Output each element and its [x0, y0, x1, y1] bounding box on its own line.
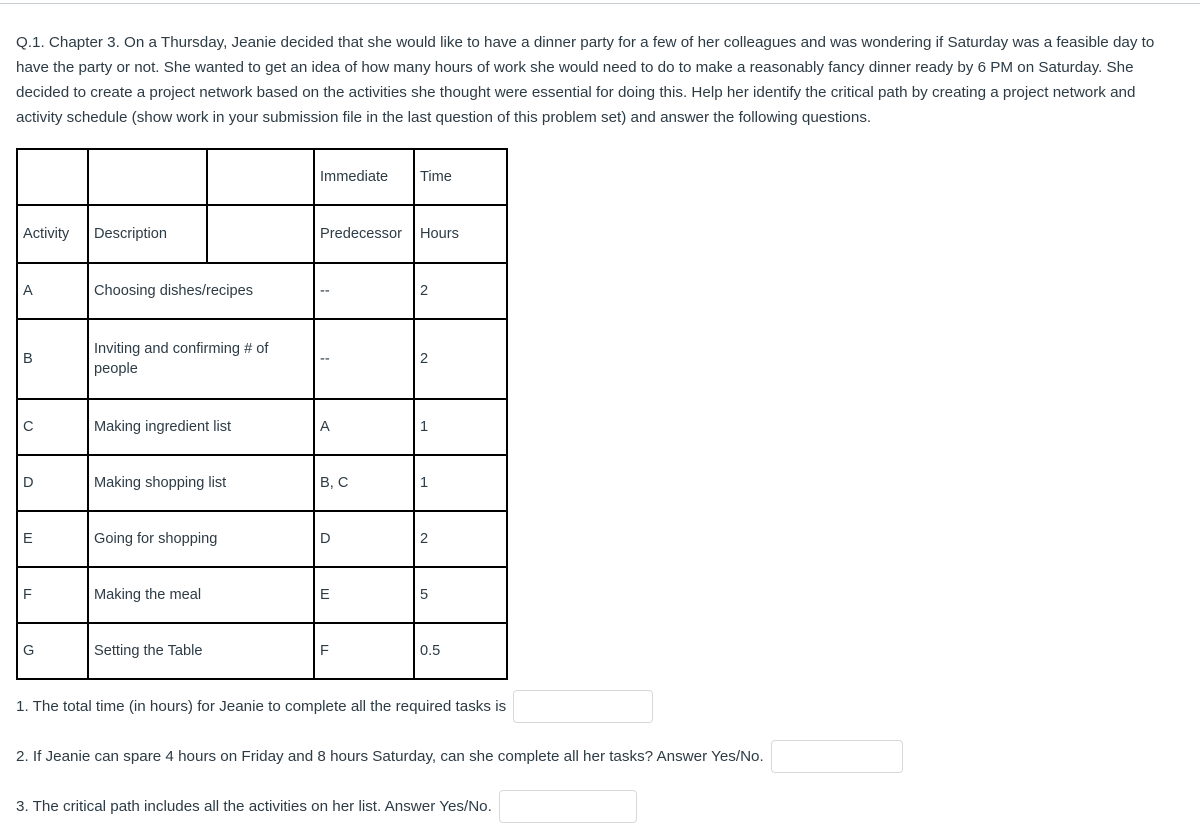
header-cell-blank-3 — [206, 148, 315, 206]
cell-hours: 2 — [413, 262, 508, 320]
table-header-row-1: Immediate Time — [16, 148, 508, 206]
cell-description: Making shopping list — [87, 454, 315, 512]
question-3-label: 3. The critical path includes all the ac… — [16, 797, 492, 815]
table-row: A Choosing dishes/recipes -- 2 — [16, 262, 508, 320]
activity-table: Immediate Time Activity Description Pred… — [16, 148, 508, 680]
cell-predecessor: B, C — [313, 454, 415, 512]
cell-description: Inviting and confirming # of people — [87, 318, 315, 400]
cell-hours: 0.5 — [413, 622, 508, 680]
table-row: E Going for shopping D 2 — [16, 510, 508, 568]
cell-description: Making the meal — [87, 566, 315, 624]
question-1-label: 1. The total time (in hours) for Jeanie … — [16, 697, 507, 715]
table-row: G Setting the Table F 0.5 — [16, 622, 508, 680]
cell-hours: 5 — [413, 566, 508, 624]
table-row: C Making ingredient list A 1 — [16, 398, 508, 456]
cell-activity: F — [16, 566, 89, 624]
answer-input-3[interactable] — [498, 790, 637, 823]
header-cell-time: Time — [413, 148, 508, 206]
header-cell-hours: Hours — [413, 204, 508, 264]
question-prompt: Q.1. Chapter 3. On a Thursday, Jeanie de… — [16, 34, 1155, 126]
cell-predecessor: -- — [313, 318, 415, 400]
header-cell-description: Description — [87, 204, 208, 264]
header-cell-immediate: Immediate — [313, 148, 415, 206]
cell-predecessor: -- — [313, 262, 415, 320]
question-2-label: 2. If Jeanie can spare 4 hours on Friday… — [16, 747, 764, 765]
cell-activity: D — [16, 454, 89, 512]
cell-description: Going for shopping — [87, 510, 315, 568]
header-cell-activity: Activity — [16, 204, 89, 264]
answer-input-2[interactable] — [770, 740, 903, 773]
header-cell-blank-4 — [206, 204, 315, 264]
cell-activity: E — [16, 510, 89, 568]
answer-input-1[interactable] — [513, 690, 654, 723]
table-row: D Making shopping list B, C 1 — [16, 454, 508, 512]
cell-activity: B — [16, 318, 89, 400]
question-3: 3. The critical path includes all the ac… — [16, 790, 1184, 823]
cell-hours: 1 — [413, 454, 508, 512]
table-row: B Inviting and confirming # of people --… — [16, 318, 508, 400]
cell-description: Making ingredient list — [87, 398, 315, 456]
cell-predecessor: F — [313, 622, 415, 680]
cell-predecessor: A — [313, 398, 415, 456]
cell-description: Setting the Table — [87, 622, 315, 680]
header-cell-blank-1 — [16, 148, 89, 206]
cell-activity: A — [16, 262, 89, 320]
questions-list: 1. The total time (in hours) for Jeanie … — [16, 690, 1184, 823]
question-page: Q.1. Chapter 3. On a Thursday, Jeanie de… — [0, 0, 1200, 840]
question-2: 2. If Jeanie can spare 4 hours on Friday… — [16, 740, 1184, 773]
cell-predecessor: E — [313, 566, 415, 624]
cell-activity: G — [16, 622, 89, 680]
question-1: 1. The total time (in hours) for Jeanie … — [16, 690, 1184, 723]
cell-hours: 2 — [413, 510, 508, 568]
header-cell-predecessor: Predecessor — [313, 204, 415, 264]
header-cell-blank-2 — [87, 148, 208, 206]
cell-hours: 2 — [413, 318, 508, 400]
cell-predecessor: D — [313, 510, 415, 568]
cell-description: Choosing dishes/recipes — [87, 262, 315, 320]
table-row: F Making the meal E 5 — [16, 566, 508, 624]
table-header-row-2: Activity Description Predecessor Hours — [16, 204, 508, 264]
cell-hours: 1 — [413, 398, 508, 456]
cell-activity: C — [16, 398, 89, 456]
